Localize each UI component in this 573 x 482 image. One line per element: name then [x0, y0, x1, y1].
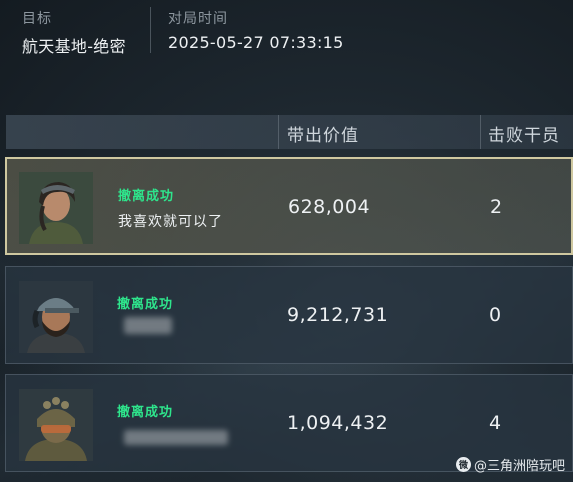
column-divider	[278, 115, 279, 149]
value-column-title: 带出价值	[287, 126, 359, 146]
extracted-value: 1,094,432	[287, 412, 389, 434]
weibo-logo-icon: 微	[455, 457, 471, 472]
operator-kills: 0	[489, 304, 502, 326]
match-time-info: 对局时间 2025-05-27 07:33:15	[168, 8, 344, 52]
target-value: 航天基地-绝密	[22, 37, 126, 56]
match-time-label: 对局时间	[168, 11, 228, 27]
match-info-header: 目标 航天基地-绝密 对局时间 2025-05-27 07:33:15	[0, 0, 573, 70]
player-row[interactable]: 撤离成功 我喜欢就可以了 628,004 2	[5, 157, 573, 255]
watermark-text: @三角洲陪玩吧	[473, 459, 565, 474]
blurred-player-name	[124, 430, 228, 445]
operator-kills: 2	[490, 196, 503, 218]
target-label: 目标	[22, 11, 52, 27]
armored-operator-avatar	[19, 389, 93, 461]
match-time-value: 2025-05-27 07:33:15	[168, 33, 344, 52]
operator-kills: 4	[489, 412, 502, 434]
extraction-status: 撤离成功	[118, 189, 175, 204]
header-divider	[150, 7, 151, 53]
female-operator-avatar	[19, 172, 93, 244]
player-name: 我喜欢就可以了	[118, 214, 223, 230]
extraction-status: 撤离成功	[117, 297, 174, 312]
extracted-value: 628,004	[288, 196, 371, 218]
extracted-value: 9,212,731	[287, 304, 389, 326]
column-header-bar: 带出价值 击败干员	[6, 115, 573, 149]
column-divider	[480, 115, 481, 149]
extraction-status: 撤离成功	[117, 405, 174, 420]
watermark: 微 @三角洲陪玩吧	[455, 455, 565, 474]
blurred-player-name	[124, 317, 172, 334]
player-row[interactable]: 撤离成功 9,212,731 0	[5, 266, 573, 364]
kills-column-title: 击败干员	[488, 126, 560, 146]
bearded-operator-avatar	[19, 281, 93, 353]
target-info: 目标 航天基地-绝密	[22, 8, 126, 57]
